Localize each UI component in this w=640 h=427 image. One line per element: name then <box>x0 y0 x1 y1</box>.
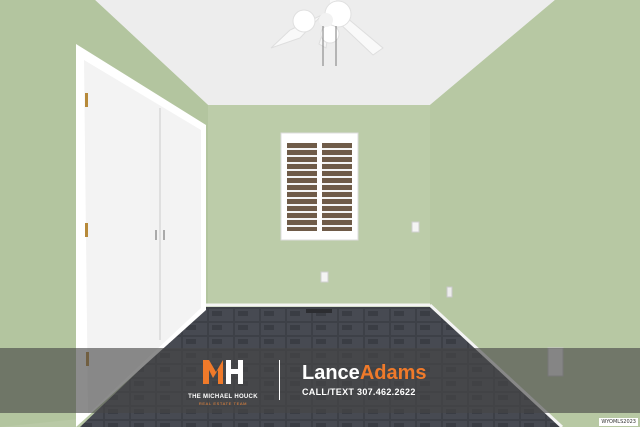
banner-divider <box>279 360 280 400</box>
brokerage-logo: THE MICHAEL HOUCK REAL ESTATE TEAM <box>180 356 266 406</box>
logo-brand-text: THE MICHAEL HOUCK <box>188 394 258 400</box>
agent-contact: CALL/TEXT 307.462.2622 <box>302 387 427 397</box>
agent-name: LanceAdams <box>302 362 427 384</box>
contact-phone: 307.462.2622 <box>357 387 416 397</box>
light-switch-icon <box>411 221 420 233</box>
room-photo: THE MICHAEL HOUCK REAL ESTATE TEAM Lance… <box>0 0 640 427</box>
mh-logo-icon <box>203 360 243 384</box>
outlet-icon <box>320 271 329 283</box>
agent-banner: THE MICHAEL HOUCK REAL ESTATE TEAM Lance… <box>0 348 640 413</box>
mls-watermark: WYOMLS2023 <box>599 418 638 426</box>
agent-info: LanceAdams CALL/TEXT 307.462.2622 <box>302 362 427 397</box>
agent-last-name: Adams <box>359 362 427 384</box>
logo-tagline: REAL ESTATE TEAM <box>198 401 248 406</box>
contact-label: CALL/TEXT <box>302 387 355 397</box>
agent-first-name: Lance <box>302 362 360 384</box>
